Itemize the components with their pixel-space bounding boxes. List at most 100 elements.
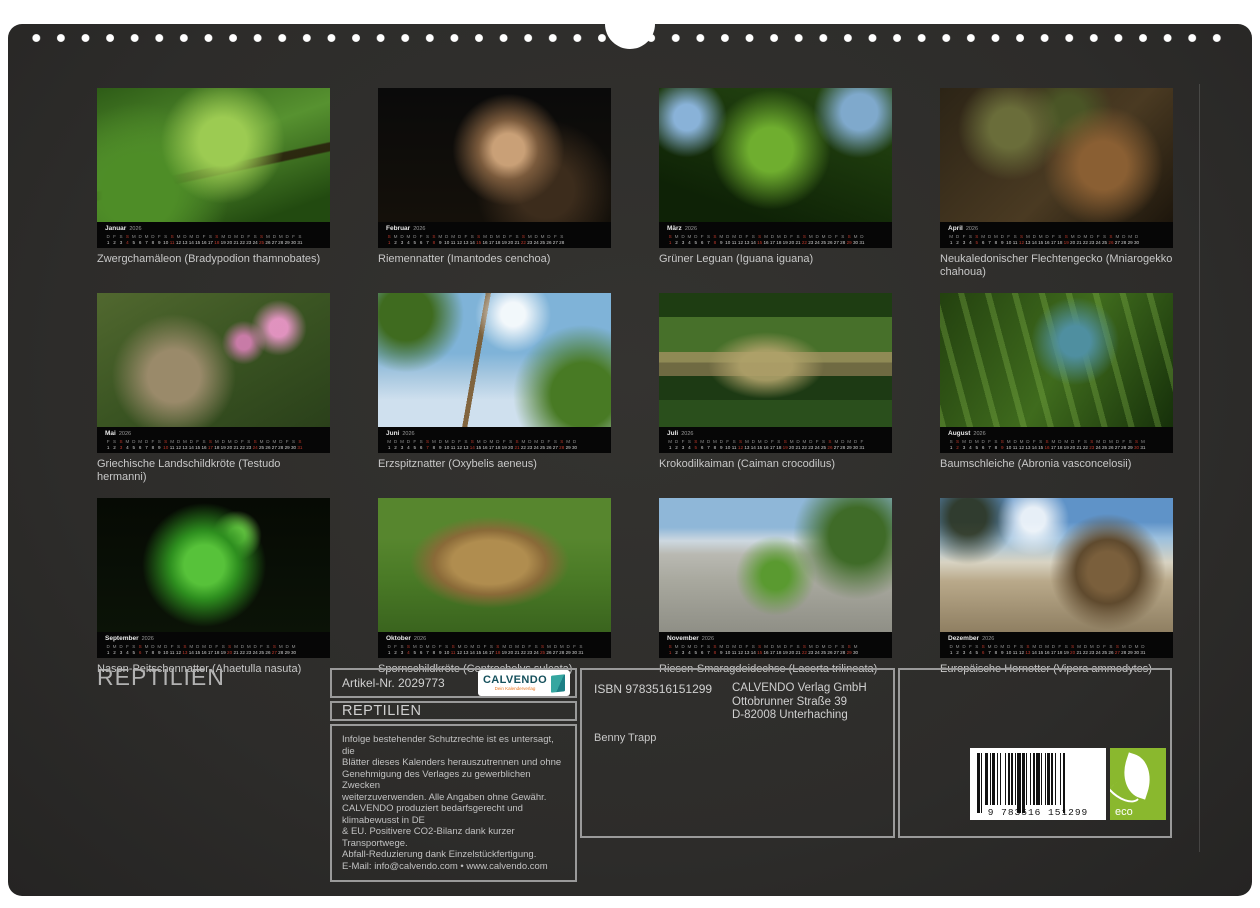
- mini-calendar-header: August2026: [948, 430, 1165, 438]
- calvendo-book-icon: [551, 674, 565, 692]
- weekday-row: DFSSMDMDFSSMDMDFSSMDMDFSSMDMDFS: [386, 644, 603, 649]
- month-photo: [940, 293, 1173, 427]
- calendar-back-page: Januar2026 DFSSMDMDFSSMDMDFSSMDMDFSSMDMD…: [8, 24, 1252, 896]
- product-title-box: REPTILIEN: [330, 701, 577, 721]
- year-label: 2026: [129, 226, 141, 232]
- barcode-box: 9 783516 151299 eco: [898, 668, 1172, 838]
- dates-row: 1234567891011121314151617181920212223242…: [105, 240, 322, 245]
- mini-calendar-strip: Mai2026 FSSMDMDFSSMDMDFSSMDMDFSSMDMDFSS …: [97, 427, 330, 453]
- weekday-row: SMDMDFSSMDMDFSSMDMDFSSMDMDFSSMD: [667, 234, 884, 239]
- month-label: Juni: [386, 430, 399, 437]
- month-photo: [97, 293, 330, 427]
- year-label: 2026: [973, 431, 985, 437]
- mini-calendar-strip: März2026 SMDMDFSSMDMDFSSMDMDFSSMDMDFSSMD…: [659, 222, 892, 248]
- calvendo-logo-text: CALVENDO Dein Kalenderverlag: [483, 675, 547, 691]
- mini-calendar-header: Dezember2026: [948, 635, 1165, 643]
- month-thumbnail: August2026 SSMDMDFSSMDMDFSSMDMDFSSMDMDFS…: [940, 293, 1173, 484]
- dates-row: 1234567891011121314151617181920212223242…: [948, 650, 1165, 655]
- month-thumbnail: November2026 SMDMDFSSMDMDFSSMDMDFSSMDMDF…: [659, 498, 892, 676]
- article-number: Artikel-Nr. 2029773: [342, 676, 445, 690]
- month-label: September: [105, 635, 139, 642]
- mini-calendar-header: Juni2026: [386, 430, 603, 438]
- page-stack-edge: [1199, 84, 1201, 852]
- weekday-row: DFSSMDMDFSSMDMDFSSMDMDFSSMDMDFS: [105, 234, 322, 239]
- month-label: Dezember: [948, 635, 979, 642]
- month-photo: [378, 293, 611, 427]
- eco-label: eco: [1115, 806, 1133, 818]
- article-number-box: Artikel-Nr. 2029773 CALVENDO Dein Kalend…: [330, 668, 577, 698]
- photo-caption: Riemennatter (Imantodes cenchoa): [378, 253, 611, 266]
- photo-caption: Baumschleiche (Abronia vasconcelosii): [940, 458, 1173, 471]
- weekday-row: SMDMDFSSMDMDFSSMDMDFSSMDMDFSSM: [667, 644, 884, 649]
- year-label: 2026: [413, 226, 425, 232]
- publisher-address: CALVENDO Verlag GmbH Ottobrunner Straße …: [732, 682, 867, 723]
- dates-row: 1234567891011121314151617181920212223242…: [105, 650, 322, 655]
- imprint-section: Artikel-Nr. 2029773 CALVENDO Dein Kalend…: [330, 668, 1172, 838]
- year-label: 2026: [142, 636, 154, 642]
- year-label: 2026: [966, 226, 978, 232]
- dates-row: 1234567891011121314151617181920212223242…: [105, 445, 322, 450]
- month-thumbnail: März2026 SMDMDFSSMDMDFSSMDMDFSSMDMDFSSMD…: [659, 88, 892, 279]
- publisher-box: ISBN 9783516151299 CALVENDO Verlag GmbH …: [580, 668, 895, 838]
- leaf-icon: [1117, 752, 1158, 799]
- weekday-row: MDMDFSSMDMDFSSMDMDFSSMDMDFSSMD: [386, 439, 603, 444]
- mini-calendar-strip: Juni2026 MDMDFSSMDMDFSSMDMDFSSMDMDFSSMD …: [378, 427, 611, 453]
- weekday-row: SMDMDFSSMDMDFSSMDMDFSSMDMDFS: [386, 234, 603, 239]
- month-thumbnail: Mai2026 FSSMDMDFSSMDMDFSSMDMDFSSMDMDFSS …: [97, 293, 330, 484]
- month-photo: [659, 293, 892, 427]
- calvendo-logo-tagline: Dein Kalenderverlag: [495, 686, 536, 691]
- photo-caption: Krokodilkaiman (Caiman crocodilus): [659, 458, 892, 471]
- dates-row: 1234567891011121314151617181920212223242…: [948, 240, 1165, 245]
- month-label: Oktober: [386, 635, 411, 642]
- weekday-row: MDFSSMDMDFSSMDMDFSSMDMDFSSMDMDF: [667, 439, 884, 444]
- year-label: 2026: [119, 431, 131, 437]
- mini-calendar-header: Januar2026: [105, 225, 322, 233]
- dates-row: 1234567891011121314151617181920212223242…: [948, 445, 1165, 450]
- barcode-digits: 9 783516 151299: [977, 807, 1099, 818]
- mini-calendar-header: April2026: [948, 225, 1165, 233]
- month-photo: [659, 498, 892, 632]
- mini-calendar-strip: September2026 DMDFSSMDMDFSSMDMDFSSMDMDFS…: [97, 632, 330, 658]
- month-thumbnail: Dezember2026 DMDFSSMDMDFSSMDMDFSSMDMDFSS…: [940, 498, 1173, 676]
- product-title: REPTILIEN: [342, 703, 421, 719]
- year-label: 2026: [702, 636, 714, 642]
- month-thumbnail-grid: Januar2026 DFSSMDMDFSSMDMDFSSMDMDFSSMDMD…: [97, 88, 1173, 676]
- weekday-row: MDFSSMDMDFSSMDMDFSSMDMDFSSMDMD: [948, 234, 1165, 239]
- month-photo: [378, 498, 611, 632]
- month-thumbnail: April2026 MDFSSMDMDFSSMDMDFSSMDMDFSSMDMD…: [940, 88, 1173, 279]
- calendar-title: REPTILIEN: [97, 664, 225, 691]
- imprint-left-column: Artikel-Nr. 2029773 CALVENDO Dein Kalend…: [330, 668, 577, 838]
- barcode-bars: [977, 753, 1099, 805]
- month-label: Januar: [105, 225, 126, 232]
- mini-calendar-strip: Februar2026 SMDMDFSSMDMDFSSMDMDFSSMDMDFS…: [378, 222, 611, 248]
- mini-calendar-strip: Januar2026 DFSSMDMDFSSMDMDFSSMDMDFSSMDMD…: [97, 222, 330, 248]
- photo-caption: Erzspitznatter (Oxybelis aeneus): [378, 458, 611, 471]
- weekday-row: DMDFSSMDMDFSSMDMDFSSMDMDFSSMDM: [105, 644, 322, 649]
- photo-caption: Grüner Leguan (Iguana iguana): [659, 253, 892, 266]
- calvendo-logo: CALVENDO Dein Kalenderverlag: [478, 670, 570, 696]
- month-label: März: [667, 225, 682, 232]
- month-label: April: [948, 225, 963, 232]
- mini-calendar-strip: Oktober2026 DFSSMDMDFSSMDMDFSSMDMDFSSMDM…: [378, 632, 611, 658]
- year-label: 2026: [414, 636, 426, 642]
- month-photo: [378, 88, 611, 222]
- month-label: Februar: [386, 225, 410, 232]
- year-label: 2026: [685, 226, 697, 232]
- month-photo: [940, 498, 1173, 632]
- photo-caption: Neukaledonischer Flechtengecko (Mniaroge…: [940, 253, 1173, 279]
- mini-calendar-strip: November2026 SMDMDFSSMDMDFSSMDMDFSSMDMDF…: [659, 632, 892, 658]
- month-photo: [940, 88, 1173, 222]
- mini-calendar-header: Oktober2026: [386, 635, 603, 643]
- mini-calendar-header: September2026: [105, 635, 322, 643]
- mini-calendar-strip: April2026 MDFSSMDMDFSSMDMDFSSMDMDFSSMDMD…: [940, 222, 1173, 248]
- photo-caption: Griechische Landschildkröte (Testudo her…: [97, 458, 330, 484]
- month-photo: [659, 88, 892, 222]
- weekday-row: SSMDMDFSSMDMDFSSMDMDFSSMDMDFSSM: [948, 439, 1165, 444]
- weekday-row: FSSMDMDFSSMDMDFSSMDMDFSSMDMDFSS: [105, 439, 322, 444]
- month-thumbnail: Juni2026 MDMDFSSMDMDFSSMDMDFSSMDMDFSSMD …: [378, 293, 611, 484]
- dates-row: 1234567891011121314151617181920212223242…: [386, 650, 603, 655]
- year-label: 2026: [681, 431, 693, 437]
- ean-barcode: 9 783516 151299: [970, 748, 1106, 820]
- dates-row: 1234567891011121314151617181920212223242…: [386, 240, 603, 245]
- year-label: 2026: [982, 636, 994, 642]
